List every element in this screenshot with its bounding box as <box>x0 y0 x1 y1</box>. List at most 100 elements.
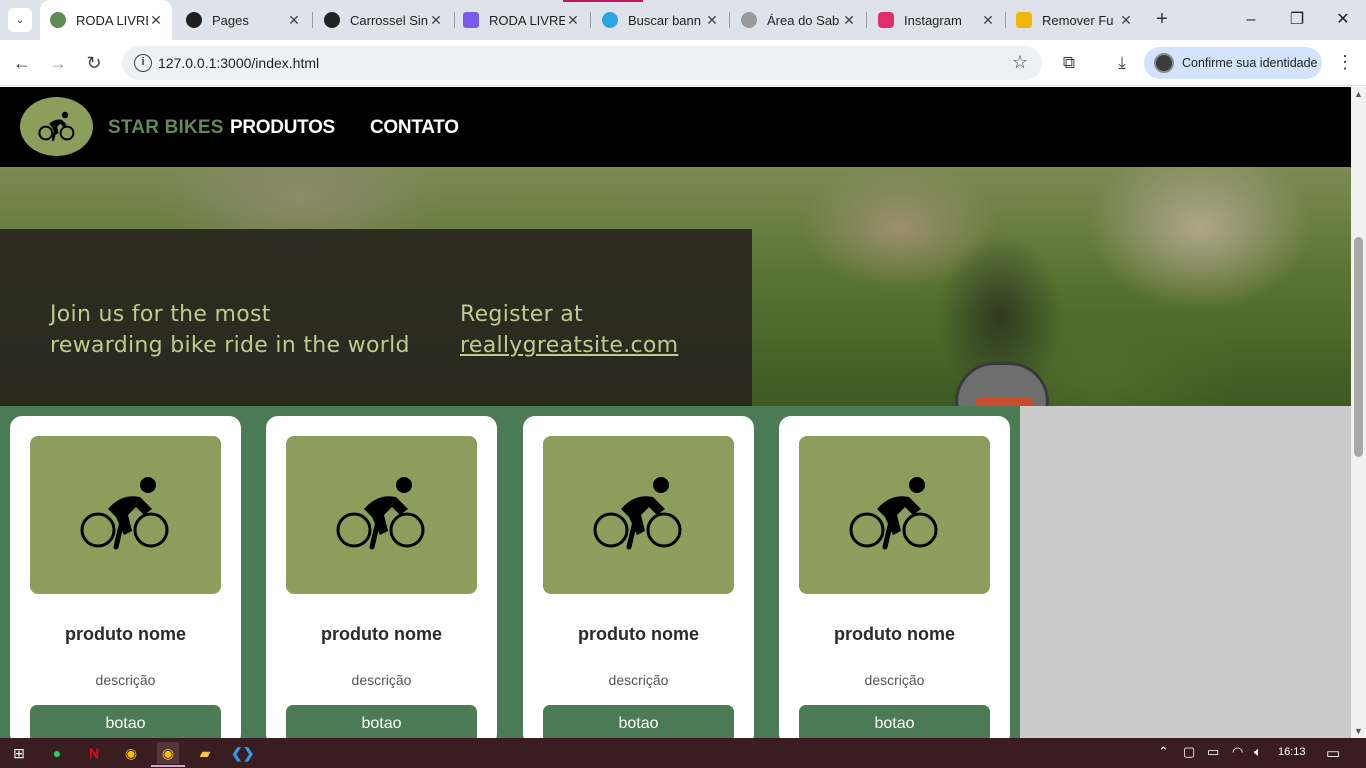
product-description: descrição <box>608 672 669 688</box>
active-app-indicator <box>151 765 185 767</box>
tab-pages[interactable]: Pages ✕ <box>176 6 310 34</box>
register-link[interactable]: reallygreatsite.com <box>460 333 678 358</box>
product-card: produto nome descrição botao <box>10 416 241 738</box>
cyclist-icon <box>849 477 937 550</box>
product-name: produto nome <box>834 624 955 644</box>
windows-start-icon[interactable]: ⊞ <box>8 742 30 764</box>
url-text[interactable]: 127.0.0.1:3000/index.html <box>158 55 319 71</box>
tab-favicon-icon <box>50 12 66 28</box>
product-name: produto nome <box>321 624 442 644</box>
chrome-active-icon[interactable]: ◉ <box>157 742 179 764</box>
nav-contato[interactable]: CONTATO <box>370 117 459 139</box>
product-card: produto nome descrição botao <box>266 416 497 738</box>
tab-favicon-icon <box>324 12 340 28</box>
address-bar[interactable]: i 127.0.0.1:3000/index.html ☆ <box>122 46 1042 80</box>
taskbar-clock[interactable]: 16:13 <box>1278 746 1306 758</box>
close-window-icon[interactable]: ✕ <box>1320 6 1366 34</box>
minimize-icon[interactable]: – <box>1228 6 1274 34</box>
page-scrollbar[interactable]: ▲ ▼ <box>1351 87 1366 738</box>
tab-favicon-icon <box>463 12 479 28</box>
product-card: produto nome descrição botao <box>523 416 754 738</box>
hero-register: Register at reallygreatsite.com <box>460 299 678 361</box>
product-button[interactable]: botao <box>30 705 221 738</box>
tab-instagram[interactable]: Instagram ✕ <box>868 6 1004 34</box>
chrome-icon[interactable]: ◉ <box>120 742 142 764</box>
close-tab-icon[interactable]: ✕ <box>286 12 302 29</box>
tab-separator <box>866 12 867 28</box>
nav-produtos[interactable]: PRODUTOS <box>230 117 335 139</box>
instagram-icon <box>878 12 894 28</box>
close-tab-icon[interactable]: ✕ <box>841 12 857 29</box>
forward-arrow-icon[interactable]: → <box>45 50 71 76</box>
cyclist-glasses <box>975 397 1033 406</box>
notifications-icon[interactable]: ▭ <box>1326 744 1340 762</box>
tab-roda-livre[interactable]: RODA LIVRE ✕ <box>40 0 172 40</box>
scroll-down-arrow-icon[interactable]: ▼ <box>1354 726 1363 736</box>
reload-icon[interactable]: ↻ <box>81 50 107 76</box>
products-section: produto nome descrição botao produto nom… <box>0 406 1020 738</box>
product-image <box>543 436 734 594</box>
tab-title: Instagram <box>904 12 962 28</box>
site-header: STAR BIKES PRODUTOS CONTATO <box>0 87 1351 167</box>
cyclist-icon <box>593 477 681 550</box>
cyclist-icon <box>336 477 424 550</box>
show-hidden-icons-chevron-icon[interactable]: ⌃ <box>1158 744 1169 760</box>
close-tab-icon[interactable]: ✕ <box>148 12 164 29</box>
globe-icon <box>741 12 757 28</box>
hero-banner: Join us for the most rewarding bike ride… <box>0 167 1351 406</box>
tab-roda-livre-2[interactable]: RODA LIVRE ✕ <box>453 6 589 34</box>
product-button[interactable]: botao <box>286 705 477 738</box>
vscode-icon[interactable]: ❮❯ <box>231 742 254 764</box>
avatar <box>1154 53 1174 73</box>
product-description: descrição <box>351 672 412 688</box>
extensions-icon[interactable]: ⧉ <box>1058 52 1080 74</box>
cyclist-icon <box>37 111 74 141</box>
tab-title: Buscar bann <box>628 12 701 28</box>
menu-dots-icon[interactable]: ⋮ <box>1336 52 1354 73</box>
close-tab-icon[interactable]: ✕ <box>565 12 581 29</box>
restore-icon[interactable]: ❐ <box>1274 6 1320 34</box>
close-tab-icon[interactable]: ✕ <box>428 12 444 29</box>
browser-toolbar: ← → ↻ i 127.0.0.1:3000/index.html ☆ ⧉ ⤓ … <box>0 40 1366 86</box>
volume-icon[interactable]: 🔈︎ <box>1254 744 1262 760</box>
close-tab-icon[interactable]: ✕ <box>704 12 720 29</box>
tab-title: Pages <box>212 12 249 28</box>
cyclist-icon <box>80 477 168 550</box>
close-tab-icon[interactable]: ✕ <box>980 12 996 29</box>
battery-icon[interactable]: ▭ <box>1207 744 1219 760</box>
tab-favicon-icon <box>1016 12 1032 28</box>
netflix-icon[interactable]: N <box>83 742 105 764</box>
tab-area-do-saber[interactable]: Área do Sab ✕ <box>731 6 865 34</box>
brand-name[interactable]: STAR BIKES <box>108 117 224 139</box>
hero-tagline: Join us for the most rewarding bike ride… <box>50 299 410 361</box>
scroll-up-arrow-icon[interactable]: ▲ <box>1354 89 1363 99</box>
back-arrow-icon[interactable]: ← <box>9 50 35 76</box>
profile-button[interactable]: Confirme sua identidade <box>1144 47 1322 79</box>
product-description: descrição <box>864 672 925 688</box>
scroll-thumb[interactable] <box>1354 237 1363 457</box>
product-description: descrição <box>95 672 156 688</box>
bookmark-star-icon[interactable]: ☆ <box>1012 52 1028 73</box>
tab-audio-indicator <box>563 0 643 2</box>
tab-search-chevron-icon[interactable]: ⌄ <box>8 8 32 32</box>
file-explorer-icon[interactable]: ▰ <box>194 742 216 764</box>
bike-logo-icon[interactable] <box>20 97 93 156</box>
spotify-icon[interactable]: ● <box>46 742 68 764</box>
new-tab-button[interactable]: + <box>1150 8 1174 32</box>
tab-favicon-icon <box>602 12 618 28</box>
site-info-icon[interactable]: i <box>134 54 152 72</box>
meet-now-icon[interactable]: ▢ <box>1183 744 1195 760</box>
close-tab-icon[interactable]: ✕ <box>1118 12 1134 29</box>
tab-remover-fundo[interactable]: Remover Fu ✕ <box>1006 6 1142 34</box>
tab-title: Carrossel Sin <box>350 12 428 28</box>
tab-carrossel[interactable]: Carrossel Sin ✕ <box>314 6 452 34</box>
product-button[interactable]: botao <box>799 705 990 738</box>
tab-title: RODA LIVRE <box>489 12 565 28</box>
tab-separator <box>312 12 313 28</box>
download-icon[interactable]: ⤓ <box>1111 52 1133 74</box>
windows-taskbar: ⊞ ● N ◉ ◉ ▰ ❮❯ ⌃ ▢ ▭ ◠ 🔈︎ 16:13 ▭ <box>0 738 1366 768</box>
tab-buscar-banner[interactable]: Buscar bann ✕ <box>592 6 728 34</box>
hero-text-overlay: Join us for the most rewarding bike ride… <box>0 229 752 406</box>
wifi-icon[interactable]: ◠ <box>1232 744 1243 760</box>
product-button[interactable]: botao <box>543 705 734 738</box>
